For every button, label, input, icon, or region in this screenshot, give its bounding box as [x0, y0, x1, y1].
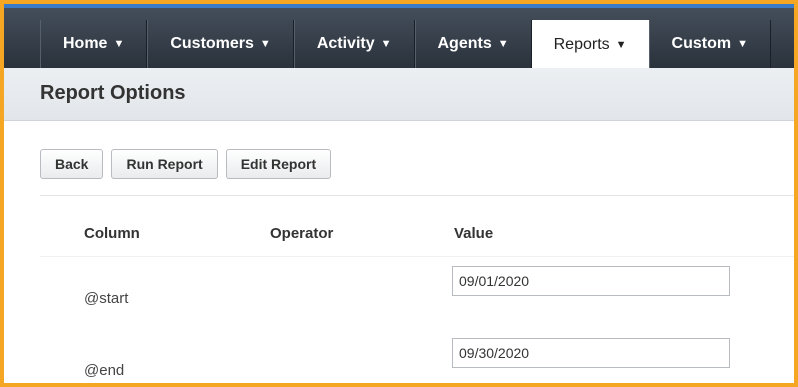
action-toolbar: Back Run Report Edit Report: [40, 149, 332, 179]
top-navigation-bar: Home ▼ Customers ▼ Activity ▼ Agents ▼ R…: [4, 4, 794, 70]
chevron-down-icon: ▼: [615, 39, 627, 51]
tab-label: Reports: [553, 36, 610, 53]
table-header: Column Operator Value: [40, 196, 794, 257]
column-header-operator: Operator: [270, 225, 334, 242]
page-title: Report Options: [40, 82, 186, 104]
chevron-down-icon: ▼: [380, 38, 392, 50]
tab-activity[interactable]: Activity ▼: [293, 20, 415, 68]
tab-label: Agents: [437, 35, 492, 52]
start-date-input[interactable]: [452, 266, 730, 296]
tab-home[interactable]: Home ▼: [40, 20, 148, 68]
tab-custom[interactable]: Custom ▼: [648, 20, 771, 68]
tab-label: Home: [63, 35, 108, 52]
row-column-name: @end: [84, 362, 125, 379]
page-header: Report Options: [4, 68, 794, 121]
run-report-button[interactable]: Run Report: [111, 149, 218, 179]
app-window: Home ▼ Customers ▼ Activity ▼ Agents ▼ R…: [4, 4, 794, 383]
chevron-down-icon: ▼: [113, 38, 125, 50]
chevron-down-icon: ▼: [497, 38, 509, 50]
tab-label: Customers: [170, 35, 254, 52]
tab-label: Custom: [671, 35, 732, 52]
nav-tabs: Home ▼ Customers ▼ Activity ▼ Agents ▼ R…: [40, 20, 771, 70]
accent-line: [4, 4, 794, 8]
column-header-column: Column: [84, 225, 140, 242]
row-column-name: @start: [84, 290, 129, 307]
chevron-down-icon: ▼: [259, 38, 271, 50]
tab-agents[interactable]: Agents ▼: [414, 20, 532, 68]
column-header-value: Value: [454, 225, 494, 242]
back-button[interactable]: Back: [40, 149, 104, 179]
tab-customers[interactable]: Customers ▼: [147, 20, 294, 68]
tab-label: Activity: [316, 35, 375, 52]
end-date-input[interactable]: [452, 338, 730, 368]
chevron-down-icon: ▼: [737, 38, 748, 50]
tab-reports[interactable]: Reports ▼: [531, 20, 649, 70]
edit-report-button[interactable]: Edit Report: [225, 149, 332, 179]
